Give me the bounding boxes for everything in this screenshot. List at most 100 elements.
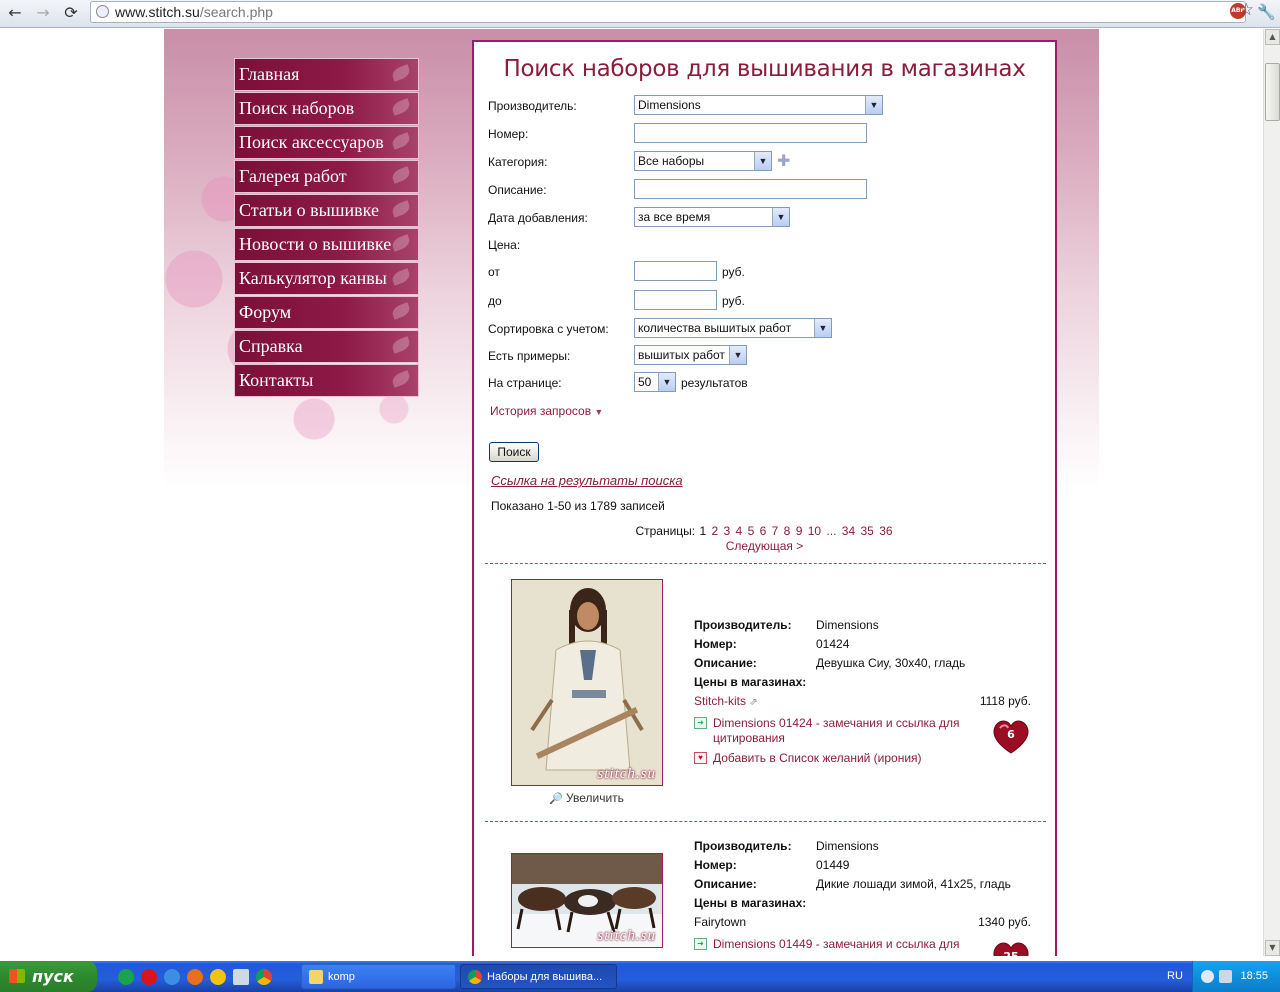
ie-icon[interactable] [164,969,180,985]
zoom-link[interactable]: 🔎 Увеличить [549,791,624,805]
price-to-input[interactable] [634,290,717,310]
examples-select[interactable]: вышитых работ ▼ [634,345,747,365]
firefox-icon[interactable] [187,969,203,985]
menu-item-gallery[interactable]: Галерея работ [234,160,419,193]
kit-thumbnail[interactable]: stitch.su [511,579,663,786]
category-select[interactable]: Все наборы ▼ [634,151,772,171]
wishlist-icon: ♥ [694,752,707,764]
leaf-icon [390,64,412,82]
menu-item-label: Поиск аксессуаров [239,132,384,152]
description-value: Девушка Сиу, 30x40, гладь [816,656,966,670]
network-icon[interactable] [1201,970,1214,983]
category-label: Категория: [488,155,548,169]
number-input[interactable] [634,123,867,143]
task-label: Наборы для вышива... [487,971,603,983]
results-permalink[interactable]: Ссылка на результаты поиска [491,473,683,488]
bookmark-icon[interactable]: ☆ [1239,0,1254,20]
opera-icon[interactable] [141,969,157,985]
volume-icon[interactable] [1219,970,1232,983]
wishlist-link[interactable]: ♥ Добавить в Список желаний (ирония) [694,751,984,766]
wrench-icon[interactable]: 🔧 [1257,3,1276,21]
shop-name: Fairytown [694,915,747,929]
page-link[interactable]: 6 [760,524,767,538]
url-path: /search.php [199,4,273,20]
menu-item-search-kits[interactable]: Поиск наборов [234,92,419,125]
price-from-input[interactable] [634,261,717,281]
price-from-label: от [488,265,500,279]
description-field-label: Описание: [694,877,757,891]
chrome-icon[interactable] [256,969,272,985]
per-page-select[interactable]: 50 ▼ [634,372,676,392]
scroll-thumb[interactable] [1265,63,1280,121]
next-page-link[interactable]: Следующая > [474,539,1055,553]
leaf-icon [390,200,412,218]
reload-icon[interactable]: ⟳ [60,2,82,24]
date-label: Дата добавления: [488,211,588,225]
menu-item-search-accessories[interactable]: Поиск аксессуаров [234,126,419,159]
date-selected: за все время [638,210,711,224]
task-komp[interactable]: komp [301,964,456,989]
comment-icon: ➜ [694,938,707,950]
page-link[interactable]: 2 [711,524,718,538]
menu-item-help[interactable]: Справка [234,330,419,363]
back-arrow-icon[interactable]: ← [4,2,26,24]
main-content: Поиск наборов для вышивания в магазинах … [472,40,1057,956]
page-link[interactable]: 34 [842,524,855,538]
page-link[interactable]: 35 [861,524,874,538]
page-link[interactable]: 3 [724,524,731,538]
menu-item-label: Поиск наборов [239,98,355,118]
cite-link[interactable]: ➜ Dimensions 01449 - замечания и ссылка … [694,937,984,956]
address-bar[interactable]: www.stitch.su/search.php [90,1,1246,23]
description-input[interactable] [634,179,867,199]
leaf-icon [390,370,412,388]
forward-arrow-icon[interactable]: → [32,2,54,24]
scroll-up-icon[interactable]: ▲ [1265,29,1280,45]
add-category-icon[interactable]: ✚ [777,153,790,169]
page-link[interactable]: 4 [736,524,743,538]
results-count: Показано 1-50 из 1789 записей [491,499,665,513]
page-link[interactable]: 10 [808,524,821,538]
shop-link[interactable]: Stitch-kits ⇗ [694,694,758,708]
shop-prices-label: Цены в магазинах: [694,896,807,910]
page-link[interactable]: 5 [748,524,755,538]
page-link[interactable]: 8 [784,524,791,538]
comment-icon: ➜ [694,717,707,729]
sort-select[interactable]: количества вышитых работ ▼ [634,318,832,338]
cite-link[interactable]: ➜ Dimensions 01424 - замечания и ссылка … [694,716,984,746]
date-select[interactable]: за все время ▼ [634,207,790,227]
start-button[interactable]: пуск [0,961,97,992]
kit-thumbnail[interactable]: stitch.su [511,853,663,948]
leaf-icon [390,166,412,184]
chevron-down-icon: ▼ [658,373,675,391]
language-indicator[interactable]: RU [1167,961,1183,992]
shop-price: 1340 руб. [978,915,1031,929]
menu-item-news[interactable]: Новости о вышивке [234,228,419,261]
menu-item-home[interactable]: Главная [234,58,419,91]
page-link[interactable]: 9 [796,524,803,538]
media-player-icon[interactable] [210,969,226,985]
vertical-scrollbar[interactable]: ▲ ▼ [1263,29,1280,956]
number-field-label: Номер: [694,858,737,872]
leaf-icon [390,336,412,354]
menu-item-canvas-calculator[interactable]: Калькулятор канвы [234,262,419,295]
task-chrome[interactable]: Наборы для вышива... [460,964,617,989]
chevron-down-icon: ▼ [772,208,789,226]
category-selected: Все наборы [638,154,705,168]
likes-heart[interactable]: 25 [991,941,1031,956]
pages-label: Страницы: [635,524,696,538]
scroll-down-icon[interactable]: ▼ [1265,940,1280,956]
utorrent-icon[interactable] [118,969,134,985]
menu-item-label: Форум [239,302,292,322]
likes-heart[interactable]: 6 [991,719,1031,755]
menu-item-forum[interactable]: Форум [234,296,419,329]
menu-item-label: Справка [239,336,303,356]
menu-item-articles[interactable]: Статьи о вышивке [234,194,419,227]
history-link[interactable]: История запросов ▼ [490,404,603,418]
search-button[interactable]: Поиск [489,442,539,462]
page-link[interactable]: 7 [772,524,779,538]
menu-item-contacts[interactable]: Контакты [234,364,419,397]
page-link[interactable]: 36 [879,524,892,538]
manufacturer-select[interactable]: Dimensions ▼ [634,95,883,115]
chrome-icon [468,970,482,984]
app-icon[interactable] [233,969,249,985]
